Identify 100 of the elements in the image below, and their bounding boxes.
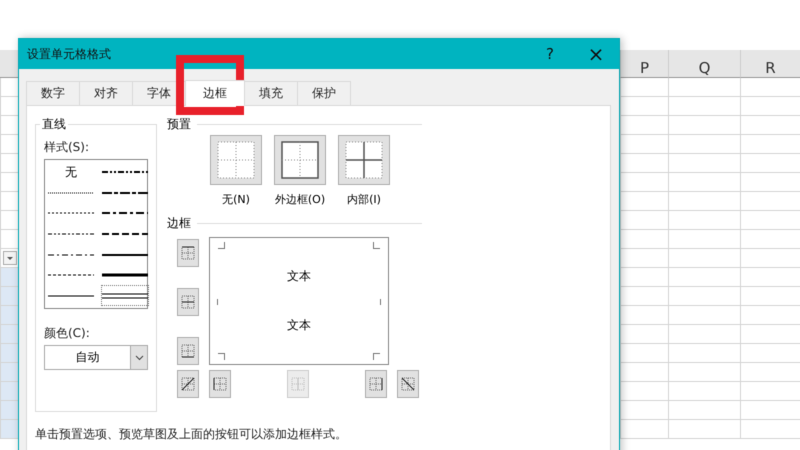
line-sample-icon: [48, 232, 94, 236]
color-dropdown[interactable]: 自动: [44, 345, 148, 370]
line-sample-icon: [48, 190, 94, 195]
sheet-cell[interactable]: [668, 382, 740, 401]
hint-text: 单击预置选项、预览草图及上面的按钮可以添加边框样式。: [35, 426, 348, 443]
sheet-cell[interactable]: [740, 135, 800, 154]
preset-label: 无(N): [222, 192, 250, 207]
sheet-cell[interactable]: [740, 97, 800, 116]
border-icon: [181, 246, 195, 260]
sheet-cell[interactable]: [668, 401, 740, 420]
sheet-cell[interactable]: [740, 401, 800, 420]
window-title: 设置单元格格式: [27, 46, 112, 62]
border-icon: [181, 295, 195, 309]
sheet-cell[interactable]: [740, 325, 800, 344]
preset-outline-icon: [281, 141, 319, 179]
column-header[interactable]: R: [740, 50, 800, 78]
sheet-cell[interactable]: [740, 154, 800, 173]
crop-mark-icon: [373, 242, 380, 249]
sheet-cell[interactable]: [740, 287, 800, 306]
sheet-cell[interactable]: [740, 268, 800, 287]
sheet-cell[interactable]: [668, 268, 740, 287]
border-left-button[interactable]: [209, 370, 231, 398]
border-icon: [181, 344, 195, 358]
sheet-cell[interactable]: [668, 325, 740, 344]
preset-label: 外边框(O): [274, 192, 326, 207]
border-right-button[interactable]: [365, 370, 387, 398]
highlight-frame: [176, 55, 244, 115]
sheet-cell[interactable]: [740, 249, 800, 268]
column-header[interactable]: Q: [668, 50, 740, 78]
sheet-cell[interactable]: [668, 135, 740, 154]
sheet-cell[interactable]: [668, 78, 740, 97]
line-sample-icon: [102, 211, 148, 216]
column-header[interactable]: P: [620, 50, 668, 78]
preset-button[interactable]: [210, 135, 262, 185]
sheet-cell[interactable]: [740, 306, 800, 325]
line-sample-icon: [102, 232, 148, 236]
preset-inside-icon: [345, 141, 383, 179]
sheet-cell[interactable]: [740, 344, 800, 363]
line-sample-icon: [102, 190, 148, 195]
color-label: 颜色(C):: [44, 325, 91, 342]
chevron-down-icon: [134, 354, 144, 360]
line-style-option[interactable]: [101, 285, 149, 306]
preset-label: 内部(I): [347, 192, 381, 207]
select-all-corner[interactable]: [0, 50, 18, 78]
sheet-cell[interactable]: [740, 382, 800, 401]
preview-text: 文本: [287, 317, 311, 334]
sheet-cell[interactable]: [668, 344, 740, 363]
style-label: 样式(S):: [44, 139, 90, 156]
sheet-cell[interactable]: [668, 154, 740, 173]
border-diag-down-button[interactable]: [397, 370, 419, 398]
crop-mark-icon: [218, 242, 225, 249]
filter-dropdown-icon[interactable]: [3, 251, 17, 265]
preset-none-icon: [217, 141, 255, 179]
border-middle-button[interactable]: [177, 288, 199, 316]
section-title: 边框: [167, 214, 191, 232]
tab[interactable]: 数字: [26, 81, 80, 105]
line-sample-icon: [48, 211, 94, 216]
sheet-cell[interactable]: [668, 97, 740, 116]
line-sample-icon: [102, 170, 148, 174]
sheet-cell[interactable]: [740, 211, 800, 230]
sheet-cell[interactable]: [740, 78, 800, 97]
border-diag-up-button[interactable]: [177, 370, 199, 398]
border-preview[interactable]: 文本 文本: [209, 237, 389, 365]
sheet-cell[interactable]: [740, 420, 800, 439]
sheet-cell[interactable]: [668, 363, 740, 382]
preset-button[interactable]: [274, 135, 326, 185]
preset-button[interactable]: [338, 135, 390, 185]
section-title: 预置: [167, 116, 191, 132]
double-line-icon: [102, 292, 148, 300]
line-sample-icon: [102, 252, 148, 257]
line-style-option[interactable]: 无: [47, 162, 95, 183]
border-bottom-button[interactable]: [177, 337, 199, 365]
sheet-cell[interactable]: [740, 173, 800, 192]
sheet-cell[interactable]: [668, 420, 740, 439]
line-sample-icon: [48, 273, 94, 278]
sheet-cell[interactable]: [668, 287, 740, 306]
sheet-cell[interactable]: [740, 230, 800, 249]
sheet-cell[interactable]: [740, 116, 800, 135]
sheet-cell[interactable]: [668, 230, 740, 249]
sheet-cell[interactable]: [668, 211, 740, 230]
close-button[interactable]: ×: [573, 39, 619, 69]
sheet-cell[interactable]: [668, 249, 740, 268]
border-icon: [291, 377, 305, 391]
sheet-cell[interactable]: [740, 363, 800, 382]
sheet-cell[interactable]: [740, 192, 800, 211]
preview-text: 文本: [287, 268, 311, 285]
sheet-cell[interactable]: [668, 173, 740, 192]
border-icon: [401, 377, 415, 391]
sheet-cell[interactable]: [668, 192, 740, 211]
border-icon: [369, 377, 383, 391]
help-button[interactable]: ?: [527, 39, 573, 69]
crop-mark-icon: [373, 353, 380, 360]
border-top-button[interactable]: [177, 239, 199, 267]
sheet-cell[interactable]: [668, 306, 740, 325]
sheet-cell[interactable]: [668, 116, 740, 135]
border-icon: [213, 377, 227, 391]
tab[interactable]: 边框: [185, 80, 245, 106]
line-sample-icon: [102, 273, 148, 278]
border-icon: [181, 377, 195, 391]
tab[interactable]: 保护: [297, 81, 351, 105]
